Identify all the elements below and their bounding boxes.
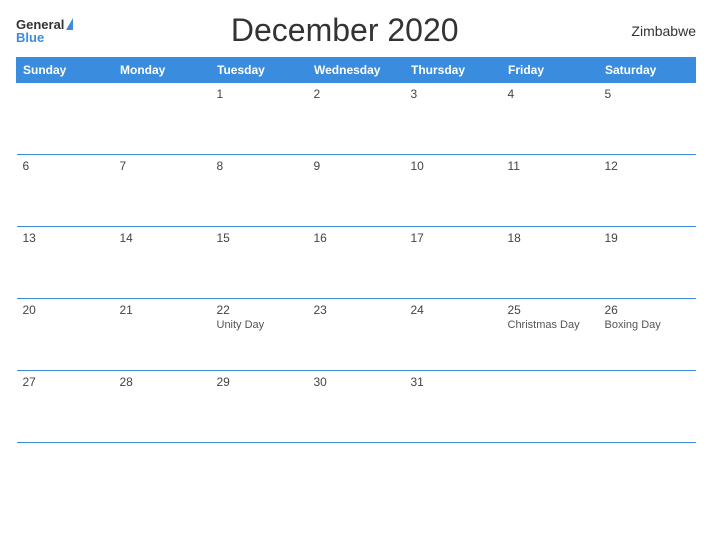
day-number: 23 [314,303,399,317]
country-label: Zimbabwe [616,23,696,39]
day-cell: 20 [17,299,114,371]
day-number: 3 [411,87,496,101]
day-cell: 24 [405,299,502,371]
week-row: 6789 10 11 12 [17,155,696,227]
weekday-header: Monday [114,58,211,83]
day-number: 20 [23,303,108,317]
week-row: 20 21 22 Unity Day 23 24 25 Christmas Day 26 Boxi… [17,299,696,371]
day-cell: 27 [17,371,114,443]
day-cell: 3 [405,83,502,155]
day-cell: 23 [308,299,405,371]
holiday-name: Boxing Day [605,319,690,331]
day-number: 25 [508,303,593,317]
week-row: 12345 [17,83,696,155]
day-cell [17,83,114,155]
day-cell: 14 [114,227,211,299]
logo-triangle-icon [66,18,73,30]
day-cell: 1 [211,83,308,155]
day-number: 7 [120,159,205,173]
weekday-header: Friday [502,58,599,83]
calendar-header: SundayMondayTuesdayWednesdayThursdayFrid… [17,58,696,83]
day-number: 19 [605,231,690,245]
day-cell: 25 Christmas Day [502,299,599,371]
day-number: 8 [217,159,302,173]
week-row: 13 14 15 16 17 18 19 [17,227,696,299]
day-cell [599,371,696,443]
day-number: 4 [508,87,593,101]
day-cell: 22 Unity Day [211,299,308,371]
weekday-header: Saturday [599,58,696,83]
day-cell: 6 [17,155,114,227]
day-cell: 28 [114,371,211,443]
day-cell: 11 [502,155,599,227]
day-cell: 31 [405,371,502,443]
day-cell: 21 [114,299,211,371]
day-number: 24 [411,303,496,317]
day-number: 15 [217,231,302,245]
day-cell: 5 [599,83,696,155]
day-cell: 9 [308,155,405,227]
month-title: December 2020 [73,12,616,49]
day-number: 30 [314,375,399,389]
day-number: 13 [23,231,108,245]
day-cell: 10 [405,155,502,227]
weekday-row: SundayMondayTuesdayWednesdayThursdayFrid… [17,58,696,83]
week-row: 27 28 29 30 31 [17,371,696,443]
day-number: 22 [217,303,302,317]
day-cell: 16 [308,227,405,299]
day-cell: 29 [211,371,308,443]
logo-blue: Blue [16,31,44,44]
calendar-table: SundayMondayTuesdayWednesdayThursdayFrid… [16,57,696,443]
day-cell: 2 [308,83,405,155]
day-cell: 8 [211,155,308,227]
day-number: 6 [23,159,108,173]
day-number: 11 [508,159,593,173]
day-number: 16 [314,231,399,245]
weekday-header: Wednesday [308,58,405,83]
day-cell: 26 Boxing Day [599,299,696,371]
day-cell: 17 [405,227,502,299]
header-row: General Blue December 2020 Zimbabwe [16,12,696,49]
weekday-header: Tuesday [211,58,308,83]
weekday-header: Sunday [17,58,114,83]
day-cell: 18 [502,227,599,299]
day-cell: 13 [17,227,114,299]
day-cell [114,83,211,155]
day-cell [502,371,599,443]
holiday-name: Unity Day [217,319,302,331]
day-cell: 4 [502,83,599,155]
day-number: 10 [411,159,496,173]
day-number: 17 [411,231,496,245]
day-number: 1 [217,87,302,101]
day-number: 28 [120,375,205,389]
day-number: 18 [508,231,593,245]
weekday-header: Thursday [405,58,502,83]
day-number: 12 [605,159,690,173]
holiday-name: Christmas Day [508,319,593,331]
day-number: 9 [314,159,399,173]
day-cell: 12 [599,155,696,227]
day-cell: 7 [114,155,211,227]
day-cell: 30 [308,371,405,443]
day-number: 21 [120,303,205,317]
day-number: 2 [314,87,399,101]
logo-general: General [16,18,64,31]
logo-area: General Blue [16,18,73,44]
day-number: 31 [411,375,496,389]
day-number: 26 [605,303,690,317]
day-cell: 15 [211,227,308,299]
day-number: 14 [120,231,205,245]
day-cell: 19 [599,227,696,299]
day-number: 5 [605,87,690,101]
calendar-wrapper: General Blue December 2020 Zimbabwe Sund… [0,0,712,550]
day-number: 29 [217,375,302,389]
calendar-body: 12345678910111213141516171819202122Unity… [17,83,696,443]
day-number: 27 [23,375,108,389]
